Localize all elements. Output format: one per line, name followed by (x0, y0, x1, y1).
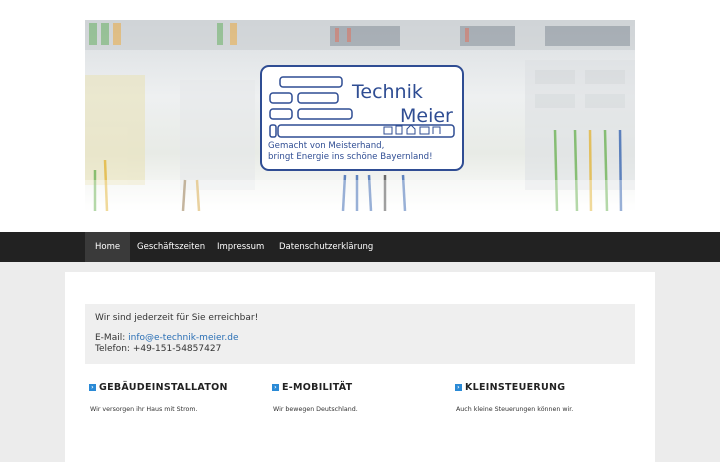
company-logo: Technik Meier Gemacht von Meisterhand, b… (260, 65, 464, 171)
arrow-right-icon: › (89, 384, 96, 391)
feature-title: GEBÄUDEINSTALLATON (99, 382, 228, 393)
feature-e-mobilitaet: › E-MOBILITÄT Wir bewegen Deutschland. (272, 382, 442, 413)
main-navigation: Home Geschäftszeiten Impressum Datenschu… (0, 232, 720, 262)
content-area: Wir sind jederzeit für Sie erreichbar! E… (65, 272, 655, 462)
feature-kleinsteuerung: › KLEINSTEUERUNG Auch kleine Steuerungen … (455, 382, 625, 413)
arrow-right-icon: › (455, 384, 462, 391)
site-header: Technik Meier Gemacht von Meisterhand, b… (0, 0, 720, 232)
feature-heading: › KLEINSTEUERUNG (455, 382, 625, 393)
feature-title: KLEINSTEUERUNG (465, 382, 566, 393)
email-link[interactable]: info@e-technik-meier.de (128, 333, 238, 343)
logo-tagline-line2: bringt Energie ins schöne Bayernland! (268, 152, 433, 162)
nav-item-geschaeftszeiten[interactable]: Geschäftszeiten (127, 232, 215, 262)
feature-title: E-MOBILITÄT (282, 382, 353, 393)
feature-gebaeudeinstallation: › GEBÄUDEINSTALLATON Wir versorgen ihr Ha… (89, 382, 259, 413)
notice-heading: Wir sind jederzeit für Sie erreichbar! (95, 313, 259, 323)
feature-text: Wir bewegen Deutschland. (273, 406, 358, 413)
logo-title-technik: Technik (352, 81, 423, 103)
logo-title-meier: Meier (400, 105, 453, 127)
nav-item-impressum[interactable]: Impressum (207, 232, 274, 262)
contact-notice: Wir sind jederzeit für Sie erreichbar! E… (85, 304, 635, 364)
email-line: E-Mail: info@e-technik-meier.de (95, 333, 239, 344)
feature-text: Auch kleine Steuerungen können wir. (456, 406, 574, 413)
nav-item-home[interactable]: Home (85, 232, 131, 262)
logo-tagline: Gemacht von Meisterhand, bringt Energie … (268, 141, 433, 163)
logo-tagline-line1: Gemacht von Meisterhand, (268, 141, 385, 151)
feature-heading: › E-MOBILITÄT (272, 382, 442, 393)
header-banner-image: Technik Meier Gemacht von Meisterhand, b… (85, 20, 635, 211)
arrow-right-icon: › (272, 384, 279, 391)
phone-line: Telefon: +49-151-54857427 (95, 344, 222, 354)
feature-text: Wir versorgen ihr Haus mit Strom. (90, 406, 198, 413)
feature-heading: › GEBÄUDEINSTALLATON (89, 382, 259, 393)
email-label: E-Mail: (95, 333, 126, 343)
nav-item-datenschutz[interactable]: Datenschutzerklärung (269, 232, 383, 262)
